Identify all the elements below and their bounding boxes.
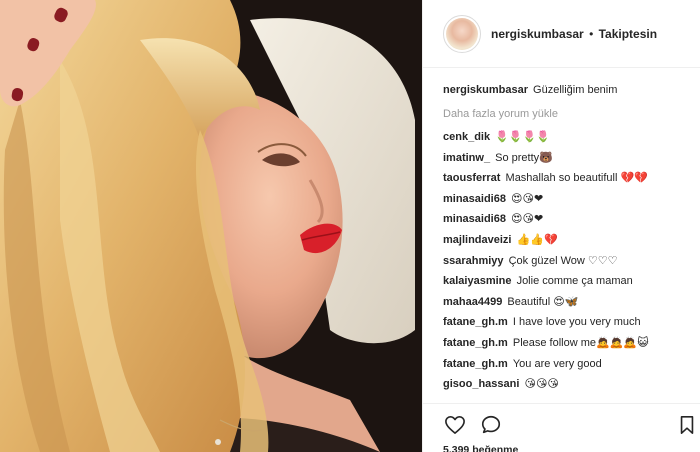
post-photo[interactable] [0,0,422,452]
comment-text: Please follow me🙇🙇🙇😺 [512,336,649,349]
follow-status[interactable]: Takiptesin [599,27,657,41]
comment-text: Jolie comme ça maman [516,275,633,288]
comments-section: nergiskumbasar Güzelliğim benim Daha faz… [443,80,693,395]
comment: gisoo_hassani 😘😘😘 [443,374,693,395]
portrait-illustration [0,0,422,452]
comment-username[interactable]: gisoo_hassani [443,378,519,390]
speech-bubble-icon[interactable] [479,414,503,436]
comment-text: 😘😘😘 [524,377,559,391]
caption-text: Güzelliğim benim [533,84,618,96]
comment: fatane_gh.m You are very good [443,354,693,375]
comment-text: Çok güzel Wow ♡♡♡ [508,254,618,267]
caption-username[interactable]: nergiskumbasar [443,84,528,96]
avatar[interactable] [443,14,481,53]
comment-username[interactable]: minasaidi68 [443,193,506,205]
comment-username[interactable]: fatane_gh.m [443,316,508,328]
comment: minasaidi68 😍😘❤ [443,189,693,210]
comment: ssarahmiyy Çok güzel Wow ♡♡♡ [443,251,693,272]
header-text: nergiskumbasar • Takiptesin [491,27,657,41]
comment-username[interactable]: mahaa4499 [443,296,502,308]
heart-outline-icon[interactable] [443,414,467,436]
post-sidebar: nergiskumbasar • Takiptesin nergiskumbas… [422,0,700,452]
comment-username[interactable]: ssarahmiyy [443,255,504,267]
comment-text: Mashallah so beautifull 💔💔 [505,172,648,185]
likes-count[interactable]: 5.399 beğenme [443,444,518,452]
caption: nergiskumbasar Güzelliğim benim [443,80,693,100]
comment: taousferrat Mashallah so beautifull 💔💔 [443,168,693,189]
action-bar: 5.399 beğenme [423,403,700,452]
comment: imatinw_ So pretty🐻 [443,148,693,169]
comment-text: I have love you very much [512,316,641,329]
comment-text: You are very good [512,357,602,370]
comment-text: 😍😘❤ [511,191,544,205]
comment-username[interactable]: majlindaveizi [443,234,511,246]
comment-username[interactable]: fatane_gh.m [443,337,508,349]
comment: mahaa4499 Beautiful 😍🦋 [443,292,693,313]
comment: fatane_gh.m I have love you very much [443,312,693,333]
comment-text: 👍👍💔 [516,232,558,246]
comment-username[interactable]: kalaiyasmine [443,275,512,287]
header-username[interactable]: nergiskumbasar [491,27,584,41]
bookmark-icon[interactable] [675,414,699,436]
avatar-image [446,17,478,50]
comment-text: 🌷🌷🌷🌷 [495,130,550,143]
comment: minasaidi68 😍😘❤ [443,209,693,230]
comment-text: Beautiful 😍🦋 [507,295,579,308]
comment-text: So pretty🐻 [495,151,553,164]
comment-username[interactable]: taousferrat [443,172,500,184]
comment-username[interactable]: fatane_gh.m [443,358,508,370]
comment: cenk_dik 🌷🌷🌷🌷 [443,127,693,148]
comment: majlindaveizi 👍👍💔 [443,230,693,251]
header-separator: • [589,26,594,41]
comment-username[interactable]: minasaidi68 [443,213,506,225]
comment: fatane_gh.m Please follow me🙇🙇🙇😺 [443,333,693,354]
post-header: nergiskumbasar • Takiptesin [423,0,700,68]
comment-text: 😍😘❤ [511,212,544,226]
load-more-comments-link[interactable]: Daha fazla yorum yükle [443,103,693,125]
comment-username[interactable]: imatinw_ [443,152,490,164]
comment-username[interactable]: cenk_dik [443,131,490,143]
comment: kalaiyasmine Jolie comme ça maman [443,271,693,292]
